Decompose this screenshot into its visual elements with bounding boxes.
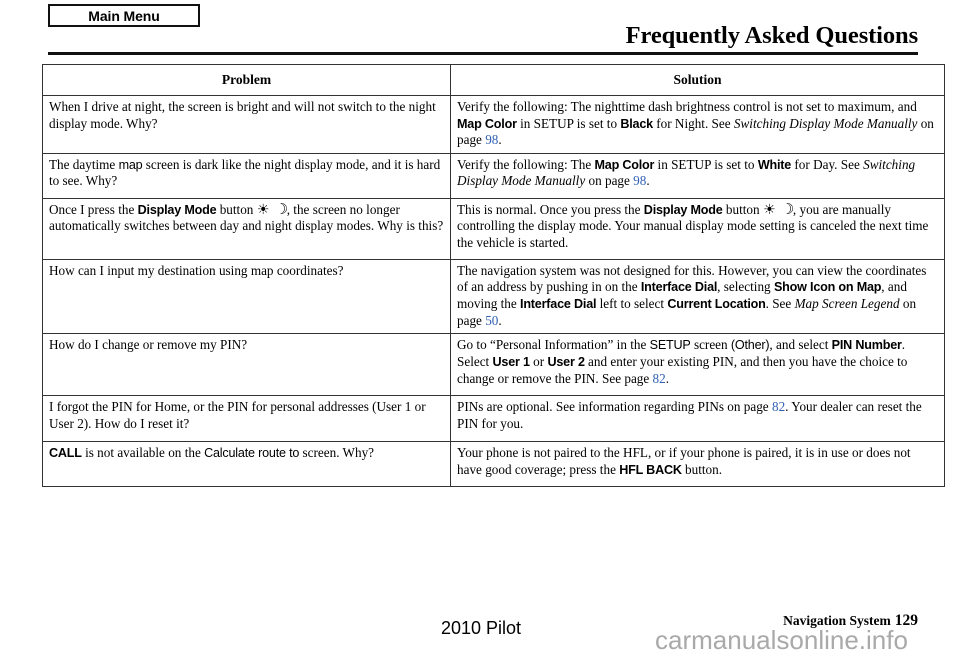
ui-term-map-color: Map Color [594,157,655,172]
ui-term-calculate-route-to: Calculate route to [204,446,300,461]
display-mode-icon [257,204,287,216]
faq-table: Problem Solution When I drive at night, … [42,64,945,488]
problem-text: screen. Why? [299,445,375,461]
site-watermark: carmanualsonline.info [655,625,908,655]
table-row: I forgot the PIN for Home, or the PIN fo… [42,395,945,443]
solution-text: button [722,201,763,217]
solution-text: . [498,312,502,328]
main-menu-label: Main Menu [88,7,160,24]
problem-text: Once I press the [49,201,138,217]
solution-text: in SETUP is set to [654,156,758,172]
solution-text: . [665,370,670,386]
problem-text: When I drive at night, the screen is bri… [49,99,436,131]
ui-term-interface-dial: Interface Dial [520,296,597,311]
solution-text: . [646,173,650,189]
table-row: Once I press the Display Mode button , t… [42,197,945,260]
cell-solution: PINs are optional. See information regar… [450,395,945,443]
cell-problem: The daytime map screen is dark like the … [42,152,451,199]
display-mode-icon [763,204,793,216]
solution-text: . [498,132,502,148]
solution-text: Go to “Personal Information” in the [457,337,650,353]
reference-title: Switching Display Mode Manually [733,115,918,131]
moon-icon [781,203,793,216]
reference-title: Map Screen Legend [794,295,900,311]
column-header-problem: Problem [42,64,451,96]
solution-text: PINs are optional. See information regar… [457,399,772,415]
ui-term-call: CALL [49,446,82,461]
ui-term-current-location: Current Location [667,296,766,311]
ui-term-other: (Other) [730,338,770,353]
ui-term-interface-dial: Interface Dial [640,280,718,295]
footer-model-year: 2010 Pilot [441,618,522,638]
ui-term-white: White [757,157,792,172]
page-link[interactable]: 98 [485,132,498,147]
moon-icon [275,203,287,216]
page-link[interactable]: 50 [485,313,498,328]
ui-term-setup: SETUP [649,338,691,353]
table-row: When I drive at night, the screen is bri… [42,95,945,154]
cell-problem: How can I input my destination using map… [42,258,451,335]
ui-term-black: Black [620,116,653,131]
ui-term-hfl-back: HFL BACK [619,462,682,477]
ui-term-user-2: User 2 [547,354,585,369]
solution-text: , and select [769,337,832,353]
page-title: Frequently Asked Questions [625,22,918,49]
solution-text: Verify the following: The nighttime dash… [457,99,917,114]
solution-text: , selecting [717,279,774,295]
solution-text: for Day. See [791,156,864,172]
cell-problem: How do I change or remove my PIN? [42,333,451,397]
cell-problem: Once I press the Display Mode button , t… [42,197,451,260]
ui-term-show-icon-on-map: Show Icon on Map [773,280,882,295]
table-row: CALL is not available on the Calculate r… [42,441,945,488]
sun-icon [763,204,776,216]
cell-problem: CALL is not available on the Calculate r… [42,441,451,488]
table-header-row: Problem Solution [42,64,945,96]
solution-text: for Night. See [652,115,734,131]
table-row: How can I input my destination using map… [42,258,945,335]
problem-text: is not available on the [81,445,205,461]
cell-solution: Verify the following: The Map Color in S… [450,152,945,199]
ui-term-map: map [118,157,143,172]
solution-text: . See [765,295,795,311]
main-menu-button[interactable]: Main Menu [48,4,200,27]
solution-text: Verify the following: The [457,156,595,172]
table-body: When I drive at night, the screen is bri… [42,95,945,488]
solution-text: screen [690,337,731,353]
ui-term-map-color: Map Color [457,116,517,131]
problem-text: button [216,201,257,217]
cell-solution: This is normal. Once you press the Displ… [450,197,945,260]
solution-text: or [529,353,548,369]
cell-solution: Your phone is not paired to the HFL, or … [450,441,945,488]
problem-text: The daytime [49,156,119,172]
table-row: How do I change or remove my PIN? Go to … [42,333,945,397]
problem-text: How do I change or remove my PIN? [49,337,248,353]
problem-text: How can I input my destination using map… [49,262,344,278]
ui-term-pin-number: PIN Number [831,338,902,353]
solution-text: left to select [596,295,668,311]
page-link[interactable]: 82 [653,371,666,386]
page-link[interactable]: 82 [772,399,785,414]
ui-term-display-mode: Display Mode [137,202,217,217]
problem-text: I forgot the PIN for Home, or the PIN fo… [49,399,426,431]
ui-term-display-mode: Display Mode [643,202,723,217]
sun-icon [257,204,270,216]
solution-text: button. [681,461,723,477]
cell-solution: Go to “Personal Information” in the SETU… [450,333,945,397]
column-header-solution: Solution [450,64,945,96]
cell-problem: I forgot the PIN for Home, or the PIN fo… [42,395,451,443]
page-link[interactable]: 98 [633,173,646,188]
cell-solution: Verify the following: The nighttime dash… [450,95,945,154]
table-row: The daytime map screen is dark like the … [42,152,945,199]
header-divider [48,52,918,55]
ui-term-user-1: User 1 [492,354,531,369]
cell-problem: When I drive at night, the screen is bri… [42,95,451,154]
solution-text: in SETUP is set to [516,115,621,131]
cell-solution: The navigation system was not designed f… [450,258,945,335]
solution-text: This is normal. Once you press the [457,201,644,217]
solution-text: on page [585,173,634,189]
table-header: Problem Solution [42,64,945,96]
